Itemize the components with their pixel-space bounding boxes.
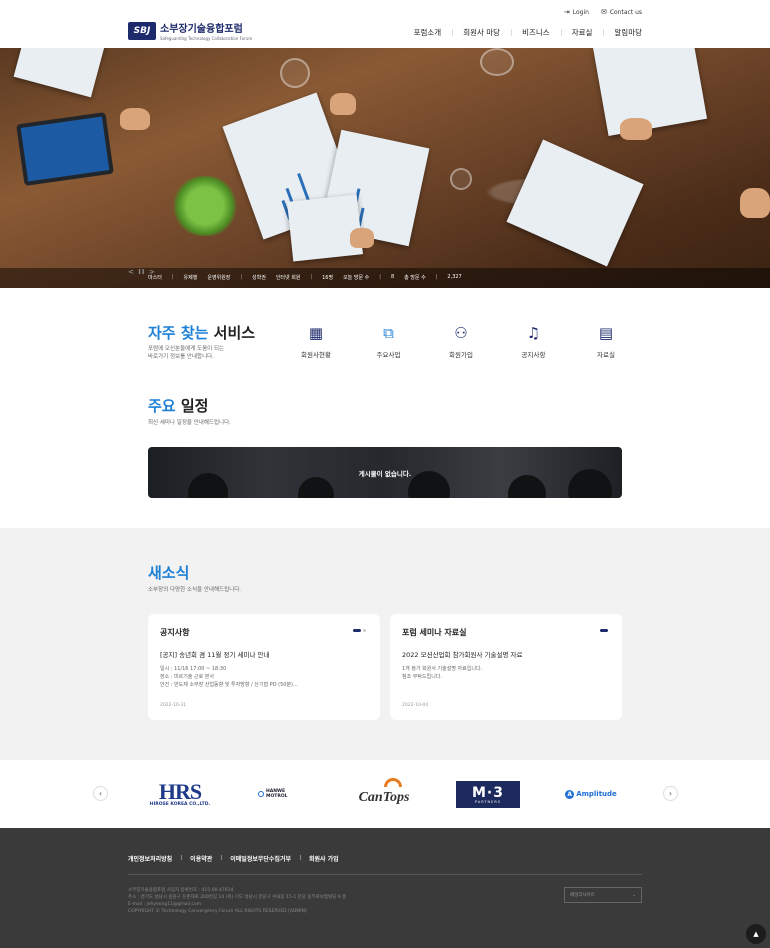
login-link[interactable]: ⇥ Login [564,8,589,16]
card-subject[interactable]: 2022 모션산업회 참가회원사 기술설명 자료 [402,649,610,659]
login-icon: ⇥ [563,8,570,16]
partner-logo-amplitude[interactable]: A Amplitude [564,778,618,810]
services-desc: 포럼에 오신분들에게 도움이 되는 바로가기 정보를 안내합니다. [148,346,225,360]
card-subject[interactable]: [공지] 송년회 겸 11월 정기 세미나 안내 [160,649,368,659]
news-desc: 소부장의 다양한 소식을 안내해드립니다. [148,587,242,593]
nav-item-library[interactable]: 자료실 [560,27,592,38]
hero-banner: < II > 마스터 | 유제행 운영위원장 | 성학권 인터넷 회원 | 16명 오… [0,48,770,288]
main-nav: 포럼소개 회원사 마당 비즈니스 자료실 알림마당 [414,27,642,38]
hanwe-ring-icon [258,791,264,797]
document-icon: ▤ [598,324,614,342]
hero-plant-image [170,176,240,236]
org-chart-icon: ⧉ [383,324,394,342]
services-list: ▦ 회원사현황 ⧉ 주요사업 ⚇ 회원가입 ♫ 공지사항 ▤ 자료실 [286,322,636,359]
card-date: 2022-10-31 [160,703,187,708]
card-pager[interactable] [600,629,608,632]
news-title: 새소식 [148,564,190,582]
footer-link-email-refuse[interactable]: 이메일정보무단수집거부 [221,854,291,863]
site-logo[interactable]: SBJ 소부장기술융합포럼 Safeguarding Technology Co… [128,20,252,41]
logo-title: 소부장기술융합포럼 [160,24,243,35]
hero-tablet-image [16,112,114,186]
site-header: ⇥ Login ✉ Contact us SBJ 소부장기술융합포럼 Safegua… [0,0,770,48]
cantops-swoosh-icon [384,778,402,787]
card-body: 1개 참가 회원사 기술설명 자료입니다. 참조 부탁드립니다. [402,666,483,680]
stat-label: 총 방문 수 [404,275,426,281]
bell-icon: ♫ [526,324,541,342]
card-body: 일시 : 11/16 17:00 ~ 18:30 장소 : 미르기술 근로 본사… [160,666,298,688]
utility-nav: ⇥ Login ✉ Contact us [564,8,642,16]
footer-link-terms[interactable]: 이용약관 [181,854,212,863]
arrow-up-icon: ▲ [753,930,759,938]
footer-link-privacy[interactable]: 개인정보처리방침 [128,854,172,863]
logo-mark: SBJ [128,21,156,40]
nav-item-members[interactable]: 회원사 마당 [452,27,500,38]
contact-link[interactable]: ✉ Contact us [601,8,642,16]
news-card-notice[interactable]: 공지사항 [공지] 송년회 겸 11월 정기 세미나 안내 일시 : 11/16… [148,614,380,720]
stat-label: 마스터 [148,275,162,281]
card-pager[interactable] [353,629,366,632]
hero-stats-bar: 마스터 | 유제행 운영위원장 | 성학권 인터넷 회원 | 16명 오늘 방문 수 |… [0,268,770,288]
service-main-business[interactable]: ⧉ 주요사업 [359,322,419,359]
partner-carousel: ‹ HRS HIROSE KOREA CO.,LTD. HANWE MOTROL… [0,760,770,828]
schedule-banner: 게시물이 없습니다. [148,447,622,498]
service-join[interactable]: ⚇ 회원가입 [431,322,491,359]
schedule-empty-message: 게시물이 없습니다. [148,447,622,498]
stat-label: 운영위원장 [207,275,231,281]
footer-links: 개인정보처리방침 이용약관 이메일정보무단수집거부 회원사 가입 [128,854,339,863]
partner-logo-m3[interactable]: M·3 PARTNERS [456,781,520,808]
news-card-seminar[interactable]: 포럼 세미나 자료실 2022 모션산업회 참가회원사 기술설명 자료 1개 참… [390,614,622,720]
schedule-title: 주요 일정 [148,397,209,415]
family-site-select[interactable]: 패밀리사이트 ⌄ [564,887,642,903]
site-footer: 개인정보처리방침 이용약관 이메일정보무단수집거부 회원사 가입 소부장기술융합… [0,828,770,948]
partner-logo-cantops[interactable]: CanTops [352,778,416,810]
calendar-icon: ▦ [308,324,324,342]
service-notice[interactable]: ♫ 공지사항 [504,322,564,359]
partner-logo-hanwe[interactable]: HANWE MOTROL [258,778,308,810]
stat-value: 2,327 [447,274,462,280]
card-heading: 포럼 세미나 자료실 [402,628,467,637]
nav-item-notice[interactable]: 알림마당 [603,27,642,38]
stat-label: 인터넷 회원 [275,275,301,281]
card-date: 2022-10-04 [402,703,429,708]
carousel-prev-button[interactable]: ‹ [93,786,108,801]
footer-divider [128,874,642,875]
service-member-status[interactable]: ▦ 회원사현황 [286,322,346,359]
nav-item-business[interactable]: 비즈니스 [511,27,550,38]
stat-label: 오늘 방문 수 [343,275,370,281]
footer-link-member-join[interactable]: 회원사 가입 [300,854,339,863]
scroll-top-button[interactable]: ▲ [746,924,766,944]
carousel-next-button[interactable]: › [663,786,678,801]
user-add-icon: ⚇ [454,324,468,342]
footer-info: 소부장기술융합포럼 사업자 등록번호 : 415-00-47614 주소 : 경… [128,888,347,914]
service-library[interactable]: ▤ 자료실 [576,322,636,359]
partner-logo-hirose[interactable]: HRS HIROSE KOREA CO.,LTD. [146,778,214,810]
card-heading: 공지사항 [160,628,190,637]
services-title: 자주 찾는 서비스 [148,324,256,342]
stat-value: 성학권 [252,275,266,281]
stat-value: 유제행 [183,275,198,281]
stat-value: 8 [390,274,395,280]
logo-subtitle: Safeguarding Technology Collaboration Fo… [160,36,253,41]
stat-value: 16명 [322,275,334,281]
contact-icon: ✉ [600,8,607,16]
news-section: 새소식 소부장의 다양한 소식을 안내해드립니다. 공지사항 [공지] 송년회 … [0,528,770,760]
nav-item-forum-intro[interactable]: 포럼소개 [414,27,442,38]
amplitude-a-icon: A [565,789,575,799]
chevron-down-icon: ⌄ [632,892,636,898]
schedule-desc: 최신 세미나 일정을 안내해드립니다. [148,420,231,426]
